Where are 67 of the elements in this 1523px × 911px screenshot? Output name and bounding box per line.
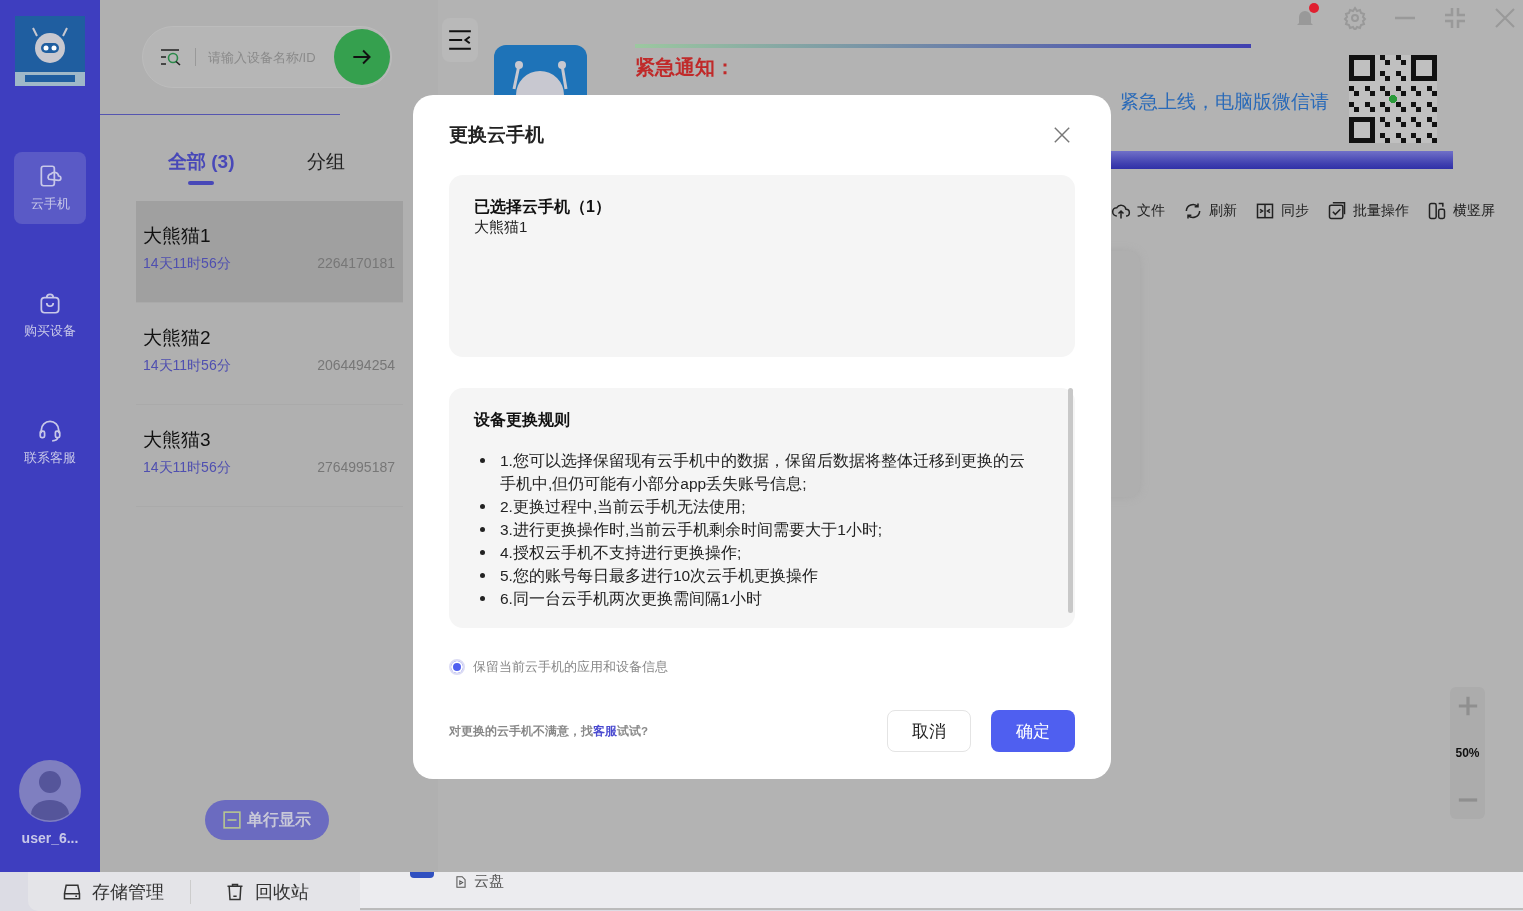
toolbar-button[interactable]: 批量操作 — [1327, 201, 1409, 221]
storage-button[interactable]: 存储管理 — [28, 879, 191, 904]
phone-cloud-icon — [37, 163, 63, 189]
rule-text: 1.您可以选择保留现有云手机中的数据，保留后数据将整体迁移到更换的云手机中,但仍可能有小部分app丢失账号信息; — [500, 451, 1026, 494]
device-name: 大熊猫3 — [143, 428, 212, 452]
avatar[interactable] — [19, 760, 81, 822]
bullet — [480, 527, 485, 532]
rule-text: 3.进行更换操作时,当前云手机剩余时间需要大于1小时; — [500, 520, 884, 540]
rule-text: 5.您的账号每日最多进行10次云手机更换操作 — [500, 566, 820, 586]
tab-indicator — [410, 872, 434, 878]
settings-icon[interactable] — [1343, 6, 1367, 30]
bullet — [480, 596, 485, 601]
bullet — [480, 504, 485, 509]
cancel-button[interactable]: 取消 — [887, 710, 971, 752]
support-link[interactable]: 客服 — [593, 724, 617, 737]
rail-item[interactable]: 购买设备 — [14, 279, 86, 351]
dialog-title: 更换云手机 — [449, 123, 544, 147]
rail-item[interactable]: 云手机 — [14, 152, 86, 224]
bullet — [480, 458, 485, 463]
remaining-time: 14天11时56分 — [143, 357, 231, 375]
minus-square-icon — [223, 811, 241, 829]
selected-title: 已选择云手机（1） — [474, 197, 612, 217]
split-screen-icon — [1255, 201, 1275, 221]
close-icon[interactable] — [1053, 126, 1071, 144]
tab[interactable]: 分组 — [306, 149, 345, 188]
toolbar-button[interactable]: 文件 — [1111, 201, 1165, 221]
trash-icon — [225, 881, 245, 902]
scrollbar[interactable] — [1068, 388, 1073, 613]
storage-button[interactable]: 回收站 — [191, 879, 335, 904]
selected-device: 大熊猫1 — [474, 218, 529, 237]
menu-collapse-icon — [447, 27, 473, 53]
device-id: 2064494254 — [317, 357, 395, 375]
search-go-button[interactable] — [334, 29, 390, 85]
zoom-in-icon[interactable] — [1456, 695, 1479, 717]
device-name: 大熊猫2 — [143, 326, 212, 350]
radio-button[interactable] — [449, 659, 465, 675]
remaining-time: 14天11时56分 — [143, 459, 231, 477]
menu-toggle-button[interactable] — [442, 18, 478, 62]
shrink-icon[interactable] — [1443, 6, 1467, 30]
device-id: 2764995187 — [317, 459, 395, 477]
rotate-screen-icon — [1427, 201, 1447, 221]
app-logo — [15, 16, 85, 86]
bullet — [480, 573, 485, 578]
notice-title: 紧急通知： — [635, 55, 736, 80]
rail-item[interactable]: 联系客服 — [14, 406, 86, 478]
confirm-button[interactable]: 确定 — [991, 710, 1075, 752]
cloud-disk-tab[interactable]: 云盘 — [454, 872, 504, 891]
device-item[interactable]: 大熊猫2 14天11时56分 2064494254 — [136, 303, 403, 405]
toolbar-button[interactable]: 横竖屏 — [1427, 201, 1495, 221]
toolbar-button[interactable]: 刷新 — [1183, 201, 1237, 221]
remaining-time: 14天11时56分 — [143, 255, 231, 273]
checkbox-stack-icon — [1327, 201, 1347, 221]
bullet — [480, 550, 485, 555]
refresh-icon — [1183, 201, 1203, 221]
user-name: user_6... — [21, 830, 79, 846]
zoom-level: 50% — [1455, 746, 1480, 760]
rule-text: 6.同一台云手机两次更换需间隔1小时 — [500, 589, 763, 609]
rule-text: 2.更换过程中,当前云手机无法使用; — [500, 497, 747, 517]
device-name: 大熊猫1 — [143, 224, 212, 248]
toolbar-button[interactable]: 同步 — [1255, 201, 1309, 221]
rule-text: 4.授权云手机不支持进行更换操作; — [500, 543, 743, 563]
notice-text: 紧急上线，电脑版微信请 — [1120, 90, 1329, 114]
support-hint: 对更换的云手机不满意，找客服试试? — [449, 723, 649, 739]
device-item[interactable]: 大熊猫3 14天11时56分 2764995187 — [136, 405, 403, 507]
file-play-icon — [454, 874, 468, 889]
radio-label: 保留当前云手机的应用和设备信息 — [473, 658, 668, 676]
rules-title: 设备更换规则 — [474, 410, 571, 430]
